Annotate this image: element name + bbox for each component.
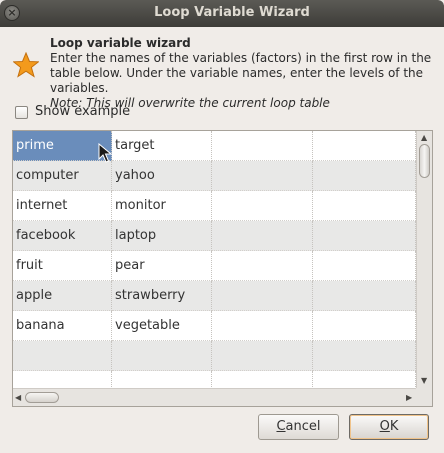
horizontal-scrollbar[interactable]: ◀ ▶ [13,388,416,406]
table-cell[interactable]: pear [112,251,212,281]
loop-variable-wizard-window: × Loop Variable Wizard Loop variable wiz… [0,0,444,453]
table-row: banana vegetable [13,311,416,341]
scroll-up-arrow-icon[interactable]: ▲ [421,133,427,143]
table-cell[interactable]: fruit [13,251,112,281]
table-cell[interactable] [212,161,313,191]
scroll-right-arrow-icon[interactable]: ▶ [406,393,412,403]
table-cell[interactable] [212,311,313,341]
table-row: fruit pear [13,251,416,281]
table-cell[interactable] [313,191,416,221]
scroll-down-arrow-icon[interactable]: ▼ [421,376,427,386]
table-cell[interactable] [313,311,416,341]
wizard-heading: Loop variable wizard [50,36,191,50]
table-cell[interactable]: internet [13,191,112,221]
table-cell[interactable] [13,341,112,371]
table-row [13,341,416,371]
table-cell[interactable] [212,131,313,161]
table-cell[interactable]: vegetable [112,311,212,341]
mouse-pointer-icon [98,143,112,163]
scrollbar-corner [416,388,432,406]
table-row: prime target [13,131,416,161]
table-cell[interactable]: target [112,131,212,161]
table-cell[interactable] [212,191,313,221]
table-cell[interactable] [313,341,416,371]
table-cell[interactable] [313,221,416,251]
table-cell[interactable] [13,371,112,388]
show-example-checkbox[interactable] [15,106,28,119]
table-cell[interactable] [212,281,313,311]
star-icon [13,52,39,78]
vertical-scroll-thumb[interactable] [419,144,430,178]
ok-button[interactable]: OK [349,414,429,440]
scroll-left-arrow-icon[interactable]: ◀ [15,393,21,403]
table-cell[interactable] [313,161,416,191]
table-cell[interactable]: laptop [112,221,212,251]
ok-mnemonic: O [379,419,390,434]
show-example-label[interactable]: Show example [35,104,130,119]
ok-label: K [389,419,399,434]
horizontal-scroll-thumb[interactable] [25,392,59,403]
table-cell[interactable]: computer [13,161,112,191]
table-cell[interactable] [112,341,212,371]
wizard-header: Loop variable wizard Enter the names of … [50,36,438,111]
loop-table-grid: prime target computer yahoo internet monitor f… [13,131,416,388]
table-cell[interactable]: facebook [13,221,112,251]
loop-table: prime target computer yahoo internet monitor f… [12,130,433,407]
table-row: computer yahoo [13,161,416,191]
table-row: facebook laptop [13,221,416,251]
table-row: apple strawberry [13,281,416,311]
table-cell[interactable]: apple [13,281,112,311]
table-cell[interactable]: monitor [112,191,212,221]
table-cell[interactable] [313,371,416,388]
cancel-mnemonic: C [276,419,286,434]
title-bar[interactable]: × Loop Variable Wizard [0,0,444,27]
table-row: internet monitor [13,191,416,221]
vertical-scrollbar[interactable]: ▲ ▼ [416,131,432,388]
cancel-label: ancel [285,419,321,434]
table-row [13,371,416,388]
table-cell[interactable]: banana [13,311,112,341]
table-cell[interactable] [112,371,212,388]
table-cell[interactable] [313,281,416,311]
cancel-button[interactable]: Cancel [258,414,339,440]
table-cell[interactable] [313,251,416,281]
table-cell[interactable] [313,131,416,161]
window-title: Loop Variable Wizard [154,5,310,20]
table-cell[interactable] [212,251,313,281]
table-cell[interactable]: strawberry [112,281,212,311]
table-cell[interactable] [212,371,313,388]
wizard-description: Enter the names of the variables (factor… [50,51,432,95]
table-cell[interactable] [212,221,313,251]
table-cell[interactable]: yahoo [112,161,212,191]
table-cell[interactable] [212,341,313,371]
